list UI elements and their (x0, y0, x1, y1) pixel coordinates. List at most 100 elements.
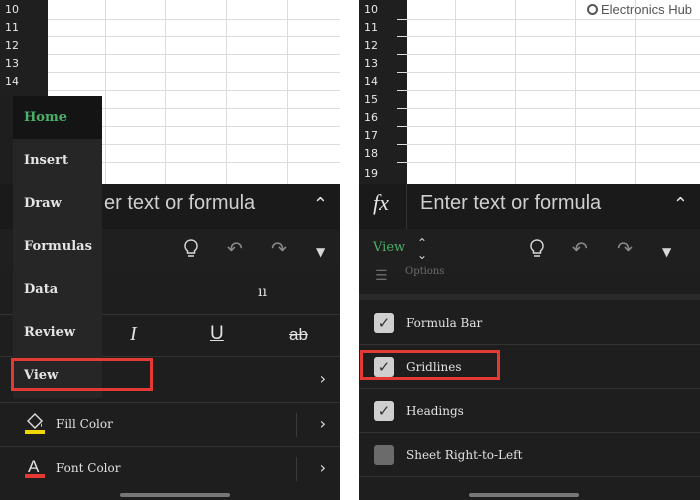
lightbulb-icon[interactable] (529, 239, 545, 263)
divider (296, 457, 297, 481)
view-tab-selector[interactable]: View (373, 240, 405, 255)
dropdown-triangle-icon[interactable]: ▼ (316, 242, 325, 262)
gridline (397, 19, 700, 20)
chevron-right-icon[interactable]: › (320, 458, 326, 477)
italic-button[interactable]: I (130, 323, 137, 346)
home-indicator[interactable] (120, 493, 230, 497)
gridline (48, 19, 340, 20)
left-phone-screen: 10 11 12 13 14 er text or formula ⌃ ↶ ↷ … (0, 0, 340, 500)
row-number: 17 (359, 126, 407, 144)
redo-icon[interactable]: ↷ (617, 239, 633, 259)
row-number: 19 (359, 162, 407, 184)
row-number: 12 (359, 36, 407, 54)
checkbox-formula-bar[interactable]: ✓ (374, 313, 394, 333)
gridline (397, 144, 700, 145)
row-number: 11 (359, 19, 407, 36)
gridline (48, 36, 340, 37)
font-color-icon: A (24, 455, 46, 483)
tab-insert[interactable]: Insert (13, 139, 102, 182)
underline-button[interactable]: U (210, 323, 224, 345)
paint-bucket-icon (24, 411, 46, 439)
dropdown-triangle-icon[interactable]: ▼ (662, 242, 671, 262)
option-label: Formula Bar (406, 316, 483, 330)
highlight-box-gridlines (360, 350, 500, 380)
gridline (397, 162, 700, 163)
gridline (397, 108, 700, 109)
options-label: Options (405, 266, 445, 277)
gridline (102, 162, 340, 163)
chevron-right-icon[interactable]: › (320, 369, 326, 388)
row-number: 11 (0, 19, 48, 36)
undo-icon[interactable]: ↶ (572, 239, 588, 259)
option-label: Headings (406, 404, 464, 418)
gridline (397, 36, 700, 37)
gridline (635, 0, 636, 184)
list-icon: ☰ (375, 268, 388, 284)
undo-icon[interactable]: ↶ (227, 239, 243, 259)
font-size-glyph[interactable]: ıı (258, 284, 267, 300)
tab-formulas[interactable]: Formulas (13, 225, 102, 268)
row-number: 16 (359, 108, 407, 126)
gridline (165, 96, 166, 184)
gridline (102, 108, 340, 109)
row-number: 18 (359, 144, 407, 162)
gridline (102, 126, 340, 127)
gridline (102, 144, 340, 145)
gridline (575, 0, 576, 184)
spreadsheet-grid-lower[interactable] (102, 96, 340, 184)
lightbulb-icon[interactable] (183, 239, 199, 263)
tab-review[interactable]: Review (13, 311, 102, 354)
divider (296, 413, 297, 437)
chevron-up-icon[interactable]: ⌃ (673, 194, 688, 215)
highlight-box-view (11, 358, 153, 391)
gridline (105, 0, 106, 96)
gridline (397, 90, 700, 91)
fill-color-row[interactable]: Fill Color › (0, 403, 340, 447)
option-label: Sheet Right-to-Left (406, 448, 523, 462)
chevron-right-icon[interactable]: › (320, 414, 326, 433)
checkbox-headings[interactable]: ✓ (374, 401, 394, 421)
row-number: 15 (359, 90, 407, 108)
tab-home[interactable]: Home (13, 96, 102, 139)
option-sheet-rtl[interactable]: ✓ Sheet Right-to-Left (359, 433, 700, 477)
option-formula-bar[interactable]: ✓ Formula Bar (359, 301, 700, 345)
tab-data[interactable]: Data (13, 268, 102, 311)
brand-logo-icon (587, 4, 598, 15)
gridline (105, 96, 106, 184)
row-number: 10 (0, 0, 48, 19)
gridline (515, 0, 516, 184)
strikethrough-button[interactable]: ab (289, 325, 308, 345)
gridline (48, 72, 340, 73)
row-number: 14 (0, 72, 48, 90)
gridline (397, 54, 700, 55)
option-headings[interactable]: ✓ Headings (359, 389, 700, 433)
ribbon-tab-menu: Home Insert Draw Formulas Data Review Vi… (13, 96, 102, 398)
row-number: 13 (0, 54, 48, 72)
spreadsheet-grid[interactable]: 10 11 12 13 14 15 16 17 18 19 Electronic… (359, 0, 700, 184)
gridline (397, 72, 700, 73)
gridline (48, 90, 340, 91)
formula-bar[interactable]: fx Enter text or formula ⌃ (359, 184, 700, 231)
font-color-label: Font Color (56, 461, 121, 475)
fx-icon[interactable]: fx (373, 190, 389, 216)
row-number: 12 (0, 36, 48, 54)
divider (406, 184, 407, 231)
font-color-row[interactable]: A Font Color › (0, 447, 340, 491)
up-down-arrows-icon[interactable]: ⌃ ⌄ (417, 237, 427, 261)
gridline (287, 96, 288, 184)
formula-input[interactable]: er text or formula (104, 192, 255, 215)
home-indicator[interactable] (469, 493, 579, 497)
spreadsheet-grid[interactable]: 10 11 12 13 14 (0, 0, 340, 184)
chevron-up-icon[interactable]: ⌃ (313, 194, 328, 215)
fill-color-label: Fill Color (56, 417, 113, 431)
checkbox-sheet-rtl[interactable]: ✓ (374, 445, 394, 465)
redo-icon[interactable]: ↷ (271, 239, 287, 259)
gridline (455, 0, 456, 184)
row-number: 14 (359, 72, 407, 90)
svg-text:A: A (28, 457, 40, 476)
formula-input[interactable]: Enter text or formula (420, 192, 601, 215)
watermark-text: Electronics Hub (601, 2, 693, 17)
options-partial-row: ☰ Options (359, 266, 700, 300)
tab-draw[interactable]: Draw (13, 182, 102, 225)
row-number: 13 (359, 54, 407, 72)
